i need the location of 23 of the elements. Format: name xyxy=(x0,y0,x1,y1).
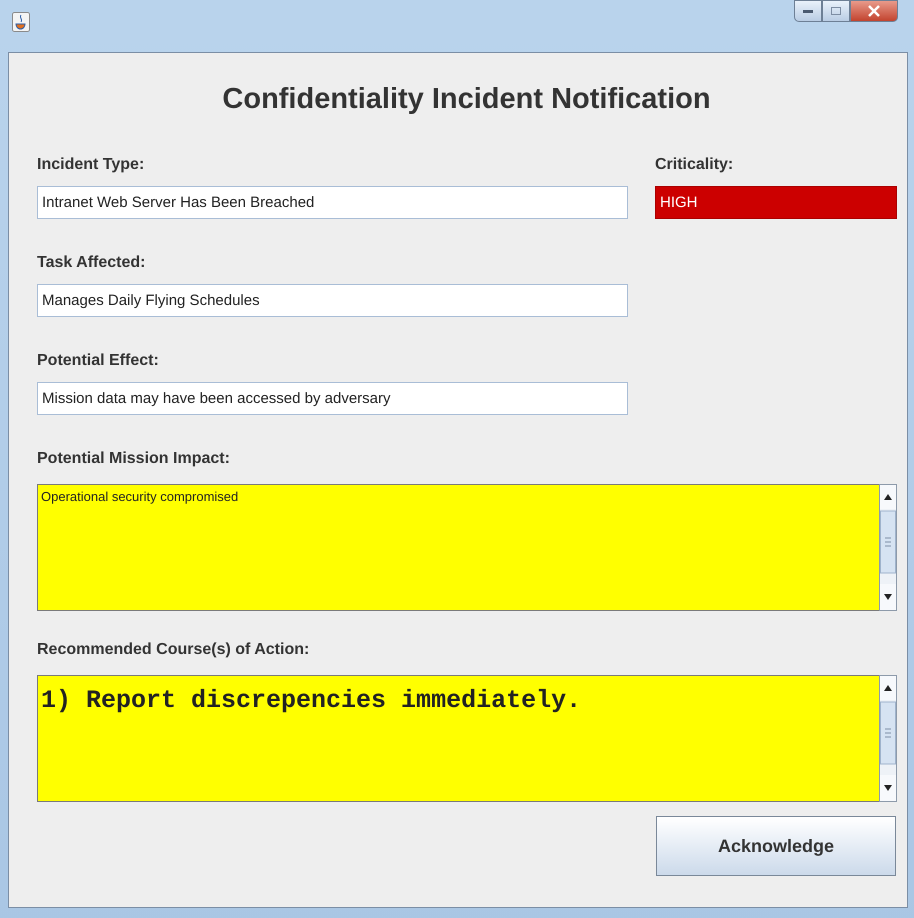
minimize-button[interactable] xyxy=(794,0,822,22)
minimize-icon xyxy=(802,8,814,14)
maximize-icon xyxy=(830,6,842,16)
acknowledge-button[interactable]: Acknowledge xyxy=(656,816,896,876)
scrollbar[interactable] xyxy=(879,675,897,802)
text-area[interactable]: 1) Report discrepencies immediately. xyxy=(37,675,879,802)
close-icon xyxy=(867,5,881,17)
field-label: Recommended Course(s) of Action: xyxy=(37,641,310,659)
input-field[interactable]: Manages Daily Flying Schedules xyxy=(37,284,628,317)
field-label: Task Affected: xyxy=(37,254,146,272)
app-icon[interactable] xyxy=(12,12,30,32)
text-area[interactable]: Operational security compromised xyxy=(37,484,879,611)
scrollbar[interactable] xyxy=(879,484,897,611)
field-label: Potential Effect: xyxy=(37,352,160,370)
field-label: Potential Mission Impact: xyxy=(37,450,231,468)
dialog-heading: Confidentiality Incident Notification xyxy=(222,83,711,116)
close-button[interactable] xyxy=(850,0,898,22)
criticality-field[interactable]: HIGH xyxy=(655,186,897,219)
field-label: Incident Type: xyxy=(37,156,146,174)
input-field[interactable]: Intranet Web Server Has Been Breached xyxy=(37,186,628,219)
field-label: Criticality: xyxy=(655,156,734,174)
maximize-button[interactable] xyxy=(822,0,850,22)
input-field[interactable]: Mission data may have been accessed by adversary xyxy=(37,382,628,415)
